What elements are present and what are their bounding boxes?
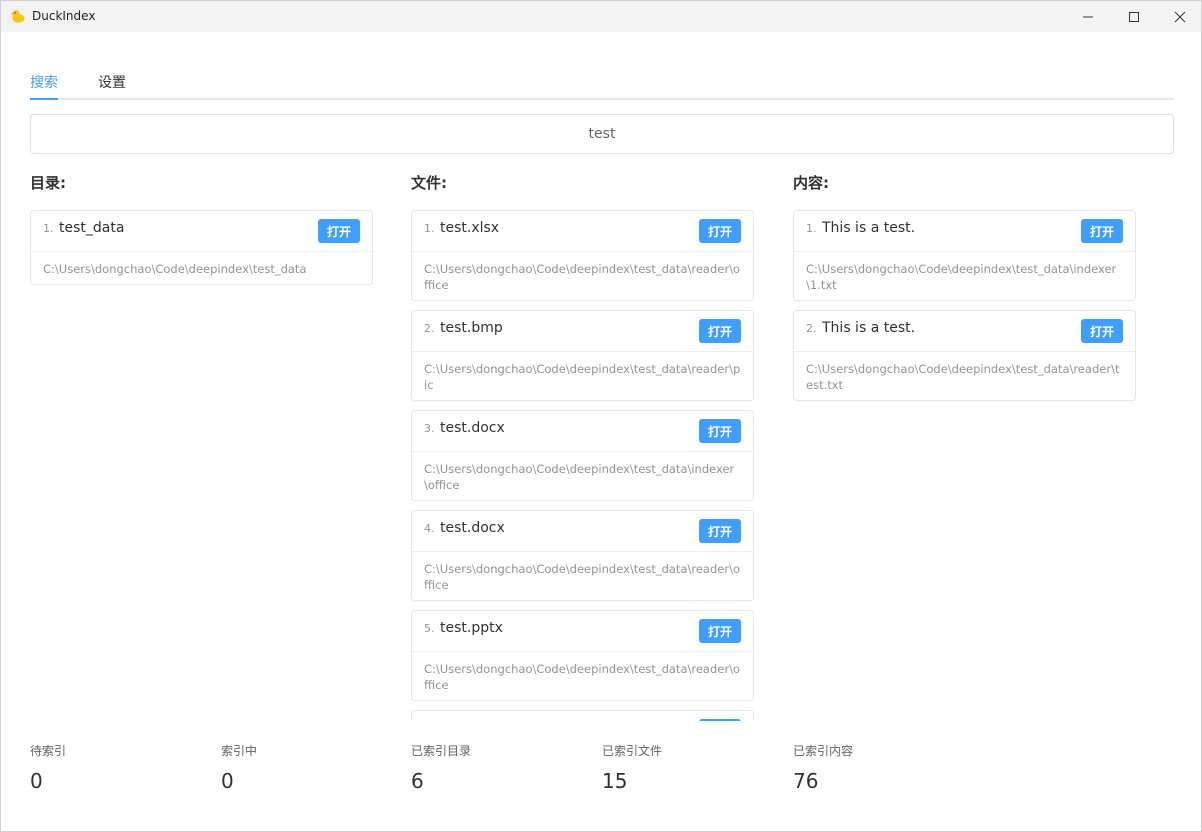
result-index: 2. <box>806 322 817 335</box>
open-button[interactable]: 打开 <box>1081 319 1123 343</box>
result-name: test.pptx <box>440 620 503 636</box>
result-name: test.jpg <box>440 720 493 721</box>
result-path: C:\Users\dongchao\Code\deepindex\test_da… <box>424 462 735 492</box>
result-index: 5. <box>424 622 435 635</box>
duck-icon <box>11 10 25 23</box>
file-list[interactable]: 1. test.xlsx 打开 C:\Users\dongchao\Code\deep… <box>411 210 754 721</box>
close-button[interactable] <box>1157 1 1202 32</box>
tab-search[interactable]: 搜索 <box>30 72 58 92</box>
file-result-card: 3. test.docx 打开 C:\Users\dongchao\Code\deep… <box>411 410 754 501</box>
stat-value: 6 <box>411 769 424 793</box>
file-result-card: 2. test.bmp 打开 C:\Users\dongchao\Code\deepi… <box>411 310 754 401</box>
minimize-icon <box>1083 16 1093 17</box>
result-card-header: 6.test.jpg打开 <box>412 711 753 721</box>
result-path: C:\Users\dongchao\Code\deepindex\test_da… <box>806 362 1120 392</box>
result-name: test.xlsx <box>440 220 500 236</box>
stat-label: 已索引内容 <box>793 744 854 758</box>
result-name: test_data <box>59 220 125 236</box>
open-button[interactable]: 打开 <box>699 619 741 643</box>
maximize-button[interactable] <box>1111 1 1157 32</box>
stat-indexing: 索引中 0 <box>221 742 257 793</box>
result-path: C:\Users\dongchao\Code\deepindex\test_da… <box>424 662 740 692</box>
content-result-card: 2. This is a test. 打开 C:\Users\dongchao\Cod… <box>793 310 1136 401</box>
file-result-card: 5. test.pptx 打开 C:\Users\dongchao\Code\deep… <box>411 610 754 701</box>
stat-indexed-files: 已索引文件 15 <box>602 742 662 793</box>
result-card-header: 1. test.xlsx 打开 <box>412 211 753 252</box>
open-button[interactable]: 打开 <box>699 519 741 543</box>
result-index: 3. <box>424 422 435 435</box>
result-name: This is a test. <box>822 220 916 236</box>
stat-label: 已索引文件 <box>602 744 663 758</box>
directory-result-card: 1. test_data 打开 C:\Users\dongchao\Code\deep… <box>30 210 373 285</box>
stat-indexed-content: 已索引内容 76 <box>793 742 853 793</box>
open-button[interactable]: 打开 <box>1081 219 1123 243</box>
stat-label: 索引中 <box>221 744 258 758</box>
result-index: 1. <box>806 222 817 235</box>
result-name: This is a test. <box>822 320 916 336</box>
result-card-header: 1. This is a test. 打开 <box>794 211 1135 252</box>
content-column: 内容: 1. This is a test. 打开 C:\Users\dongchao… <box>793 173 1136 721</box>
result-index: 1. <box>424 222 435 235</box>
window-title: DuckIndex <box>32 9 96 23</box>
result-name: test.bmp <box>440 320 503 336</box>
result-index: 2. <box>424 322 435 335</box>
open-button[interactable]: 打开 <box>318 219 360 243</box>
app-window: DuckIndex 搜索 设置 目录: 1. test_data 打开 C:\User… <box>0 0 1202 832</box>
result-path: C:\Users\dongchao\Code\deepindex\test_da… <box>424 362 741 392</box>
directory-list: 1. test_data 打开 C:\Users\dongchao\Code\deep… <box>30 210 373 294</box>
result-path: C:\Users\dongchao\Code\deepindex\test_da… <box>43 262 307 276</box>
file-column: 文件: 1. test.xlsx 打开 C:\Users\dongchao\Code\… <box>411 173 754 721</box>
active-tab-indicator <box>30 98 58 100</box>
result-card-header: 4. test.docx 打开 <box>412 511 753 552</box>
index-stats: 待索引 0 索引中 0 已索引目录 6 已索引文件 15 已索引内容 76 <box>30 742 1174 802</box>
result-index: 1. <box>43 222 54 235</box>
result-path: C:\Users\dongchao\Code\deepindex\test_da… <box>424 562 740 592</box>
tab-bar: 搜索 设置 <box>30 62 1174 100</box>
stat-value: 76 <box>793 769 819 793</box>
file-result-card: 1. test.xlsx 打开 C:\Users\dongchao\Code\deep… <box>411 210 754 301</box>
result-card-header: 2. This is a test. 打开 <box>794 311 1135 352</box>
file-result-card: 6.test.jpg打开 <box>411 710 754 721</box>
minimize-button[interactable] <box>1065 1 1111 32</box>
search-box <box>30 114 1174 154</box>
result-name: test.docx <box>440 420 505 436</box>
open-button[interactable]: 打开 <box>699 319 741 343</box>
title-bar[interactable]: DuckIndex <box>1 1 1201 32</box>
maximize-icon <box>1129 11 1139 22</box>
result-path: C:\Users\dongchao\Code\deepindex\test_da… <box>424 262 740 292</box>
file-result-card: 4. test.docx 打开 C:\Users\dongchao\Code\deep… <box>411 510 754 601</box>
stat-indexed-dirs: 已索引目录 6 <box>411 742 471 793</box>
result-path: C:\Users\dongchao\Code\deepindex\test_da… <box>806 262 1117 292</box>
content-result-card: 1. This is a test. 打开 C:\Users\dongchao\Cod… <box>793 210 1136 301</box>
tab-settings[interactable]: 设置 <box>98 72 126 92</box>
stat-value: 0 <box>30 769 43 793</box>
open-button[interactable]: 打开 <box>699 419 741 443</box>
file-column-title: 文件: <box>411 174 447 192</box>
search-input[interactable] <box>31 115 1173 153</box>
stat-pending: 待索引 0 <box>30 742 66 793</box>
open-button[interactable]: 打开 <box>699 219 741 243</box>
result-card-header: 2. test.bmp 打开 <box>412 311 753 352</box>
stat-label: 已索引目录 <box>411 744 472 758</box>
stat-value: 15 <box>602 769 628 793</box>
open-button[interactable]: 打开 <box>699 719 741 721</box>
directory-column: 目录: 1. test_data 打开 C:\Users\dongchao\Code\… <box>30 173 373 721</box>
close-icon <box>1174 11 1186 22</box>
result-card-header: 3. test.docx 打开 <box>412 411 753 452</box>
content-column-title: 内容: <box>793 174 829 192</box>
stat-value: 0 <box>221 769 234 793</box>
result-card-header: 1. test_data 打开 <box>31 211 372 252</box>
result-index: 4. <box>424 522 435 535</box>
result-name: test.docx <box>440 520 505 536</box>
result-card-header: 5. test.pptx 打开 <box>412 611 753 652</box>
stat-label: 待索引 <box>30 744 67 758</box>
directory-column-title: 目录: <box>30 174 66 192</box>
content-list: 1. This is a test. 打开 C:\Users\dongchao\Cod… <box>793 210 1136 410</box>
